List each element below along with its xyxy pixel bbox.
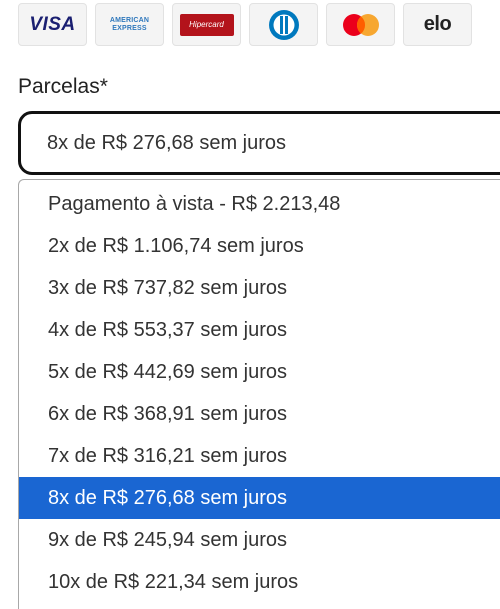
installments-label: Parcelas*	[18, 75, 108, 98]
mastercard-card-option[interactable]	[326, 3, 395, 46]
visa-logo-icon: VISA	[29, 13, 76, 35]
installments-dropdown-list: Pagamento à vista - R$ 2.213,48 2x de R$…	[18, 179, 500, 609]
visa-card-option[interactable]: VISA	[18, 3, 87, 46]
amex-logo-icon: AMERICAN EXPRESS	[109, 16, 150, 32]
installment-option[interactable]: Pagamento à vista - R$ 2.213,48	[19, 183, 500, 225]
installments-select[interactable]: 8x de R$ 276,68 sem juros	[18, 111, 500, 175]
elo-logo-icon: elo	[423, 13, 452, 35]
hipercard-logo-icon: Hipercard	[179, 13, 234, 36]
installment-option[interactable]: 10x de R$ 221,34 sem juros	[19, 561, 500, 603]
installment-option-selected[interactable]: 8x de R$ 276,68 sem juros	[19, 477, 500, 519]
installment-option[interactable]: 4x de R$ 553,37 sem juros	[19, 309, 500, 351]
mastercard-logo-icon	[342, 13, 379, 36]
installments-selected-value: 8x de R$ 276,68 sem juros	[47, 132, 287, 154]
installment-option[interactable]: 6x de R$ 368,91 sem juros	[19, 393, 500, 435]
elo-card-option[interactable]: elo	[403, 3, 472, 46]
diners-card-option[interactable]	[249, 3, 318, 46]
payment-form: VISA AMERICAN EXPRESS Hipercard elo Parc…	[0, 0, 500, 609]
diners-logo-icon	[268, 9, 299, 40]
amex-card-option[interactable]: AMERICAN EXPRESS	[95, 3, 164, 46]
hipercard-card-option[interactable]: Hipercard	[172, 3, 241, 46]
installment-option[interactable]: 7x de R$ 316,21 sem juros	[19, 435, 500, 477]
installment-option[interactable]: 9x de R$ 245,94 sem juros	[19, 519, 500, 561]
installment-option[interactable]: 2x de R$ 1.106,74 sem juros	[19, 225, 500, 267]
installment-option[interactable]: 5x de R$ 442,69 sem juros	[19, 351, 500, 393]
installment-option[interactable]: 3x de R$ 737,82 sem juros	[19, 267, 500, 309]
